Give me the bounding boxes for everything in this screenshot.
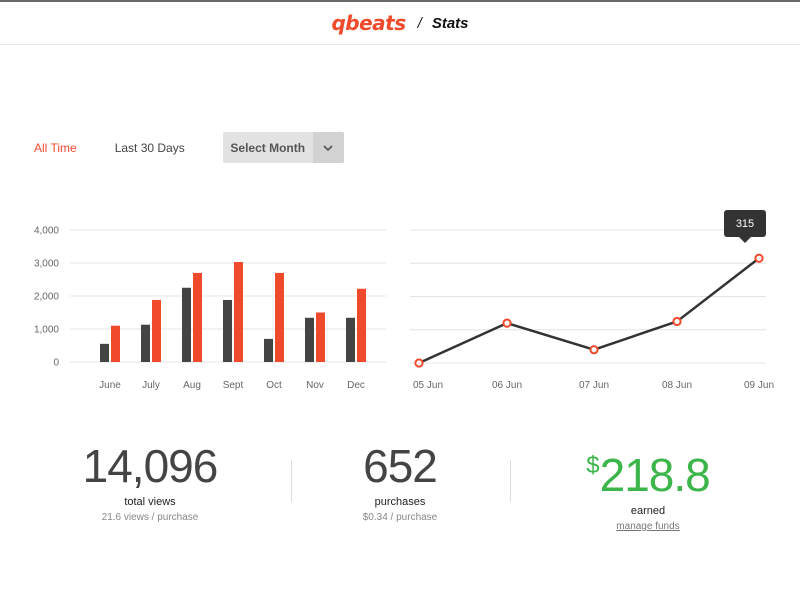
bar-accent (193, 272, 202, 362)
stat-purchases: 652 purchases $0.34 / purchase (290, 440, 510, 523)
bar-accent (316, 312, 325, 362)
bar-chart-ytick-label: 3,000 (34, 259, 59, 270)
manage-funds-link[interactable]: manage funds (538, 521, 758, 532)
stat-divider (510, 460, 511, 502)
stat-value-purchases: 652 (363, 440, 438, 492)
bar-accent (234, 262, 243, 362)
line-chart-series (418, 257, 760, 365)
line-chart-xtick-label: 08 Jun (662, 380, 692, 391)
bar-dark (100, 343, 109, 362)
stat-total-views: 14,096 total views 21.6 views / purchase (40, 440, 260, 523)
bar-chart-ytick-label: 0 (53, 358, 59, 369)
stat-label-purchases: purchases (374, 496, 426, 508)
bar-chart-xtick-label: Oct (266, 380, 282, 391)
bar-dark (182, 287, 191, 362)
bar-chart-xtick-label: Dec (347, 380, 365, 391)
stat-value-views: 14,096 (82, 440, 219, 492)
line-chart-point (754, 253, 764, 263)
bar-dark (305, 317, 314, 362)
bar-accent (152, 299, 161, 362)
bar-chart-ytick-label: 4,000 (34, 226, 59, 237)
line-chart-point (672, 316, 682, 327)
bar-dark (264, 338, 273, 362)
bar-chart-ytick-label: 2,000 (34, 292, 59, 303)
line-chart-point (589, 345, 599, 355)
stat-sub-views: 21.6 views / purchase (101, 512, 199, 523)
tooltip-arrow (739, 237, 751, 243)
bar-chart-xtick-label: Sept (223, 380, 244, 391)
bar-chart-xtick-label: June (99, 380, 121, 391)
currency-symbol: $ (586, 452, 599, 479)
stat-label-views: total views (124, 496, 176, 508)
stat-sub-purchases: $0.34 / purchase (362, 512, 438, 523)
bar-chart-xtick-label: July (142, 380, 160, 391)
bar-chart-xtick-label: Aug (183, 380, 201, 391)
bar-chart-xtick-label: Nov (306, 380, 324, 391)
bar-accent (111, 325, 120, 362)
line-chart-xtick-label: 07 Jun (579, 380, 609, 391)
bar-accent (275, 272, 284, 362)
bar-dark (346, 317, 355, 362)
line-chart-point (414, 358, 424, 368)
earned-amount: 218.8 (599, 449, 711, 501)
line-chart-xtick-label: 09 Jun (744, 380, 774, 391)
stat-label-earned: earned (630, 505, 666, 517)
line-chart-xtick-label: 06 Jun (492, 380, 522, 391)
stat-earned: $218.8 earned manage funds (538, 440, 758, 532)
bar-dark (141, 324, 150, 362)
stat-value-earned: $218.8 (538, 440, 758, 501)
line-chart-xtick-label: 05 Jun (413, 380, 443, 391)
line-chart-point (502, 318, 512, 328)
bar-chart-ytick-label: 1,000 (34, 325, 59, 336)
line-chart-tooltip: 315 (724, 210, 766, 237)
bar-dark (223, 299, 232, 362)
bar-accent (357, 288, 366, 362)
